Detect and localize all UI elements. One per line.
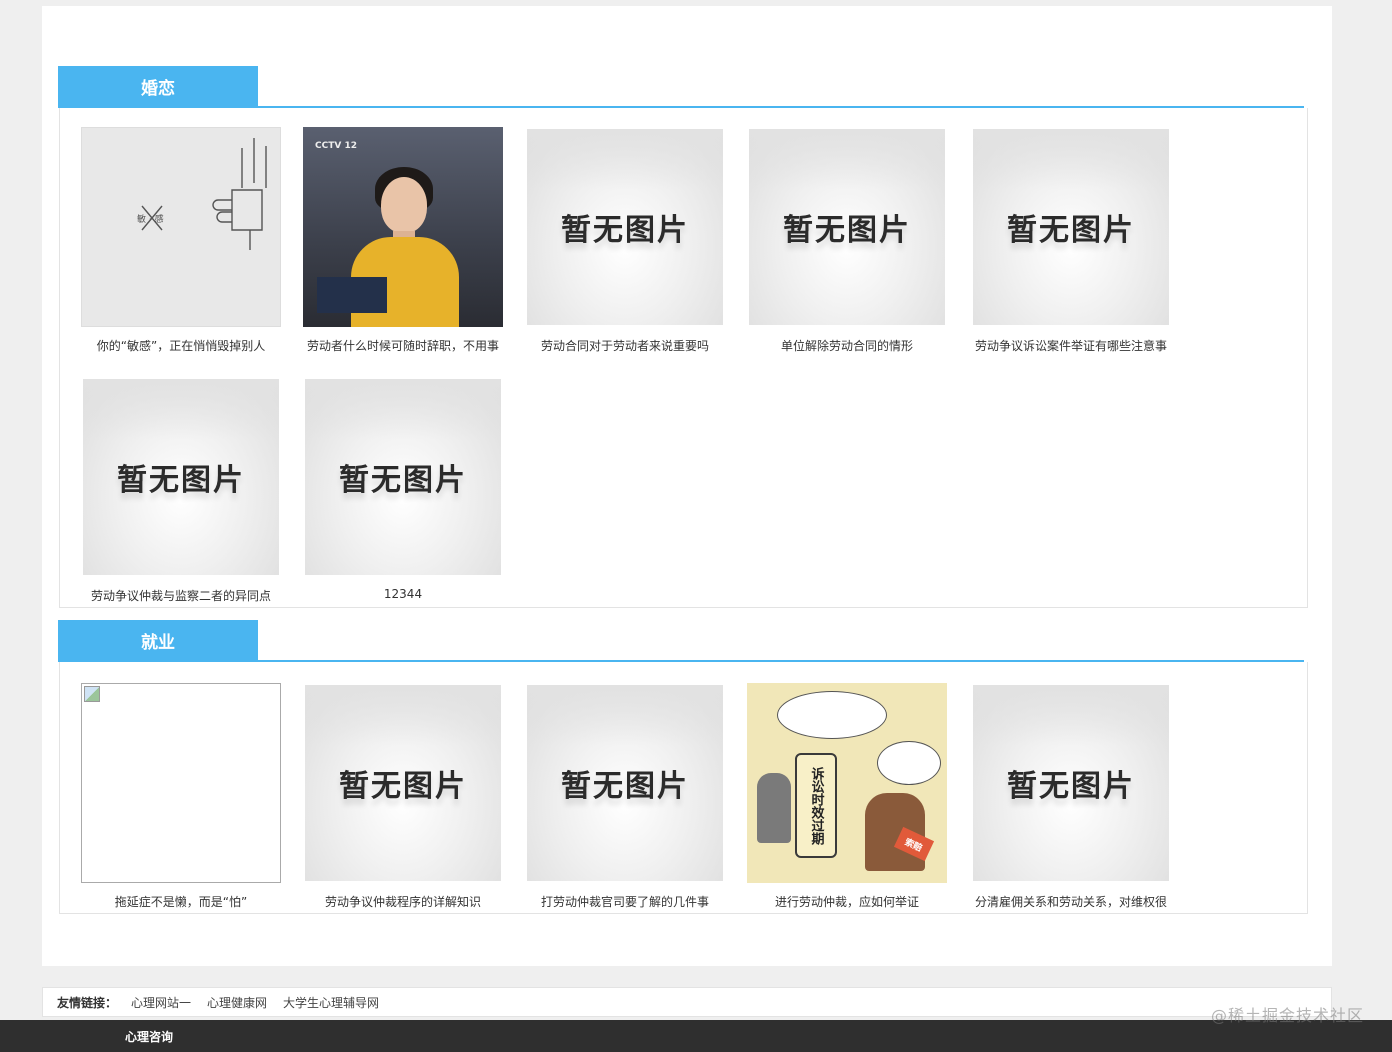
broken-image-icon [84,686,100,702]
placeholder-text: 暂无图片 [117,463,245,498]
list-item[interactable]: 暂无图片 打劳动仲裁官司要了解的几件事 [520,683,730,910]
section-header-employment: 就业 [58,620,1304,662]
article-thumbnail[interactable]: 暂无图片 [303,683,503,883]
placeholder-text: 暂无图片 [1007,769,1135,804]
article-title[interactable]: 进行劳动仲裁，应如何举证 [742,893,952,910]
article-title[interactable]: 劳动争议诉讼案件举证有哪些注意事 [966,337,1176,354]
article-title[interactable]: 单位解除劳动合同的情形 [742,337,952,354]
section-tab-employment[interactable]: 就业 [58,620,258,660]
comic-figure [757,773,791,843]
list-item[interactable]: 暂无图片 单位解除劳动合同的情形 [742,127,952,354]
article-thumbnail[interactable]: 暂无图片 [303,377,503,577]
no-image-placeholder: 暂无图片 [973,129,1169,325]
speech-bubble [777,691,887,739]
no-image-placeholder: 暂无图片 [749,129,945,325]
article-thumbnail[interactable]: 敏 · 感 [81,127,281,327]
article-thumbnail[interactable]: 暂无图片 [747,127,947,327]
no-image-placeholder: 暂无图片 [305,379,501,575]
section-panel-marriage: 敏 · 感 你的“敏感”，正在悄悄毁掉别人 CCTV 12 劳动者什么时候可随时… [59,108,1308,608]
article-title[interactable]: 分清雇佣关系和劳动关系，对维权很 [966,893,1176,910]
list-item[interactable]: 诉讼时效过期 索赔 进行劳动仲裁，应如何举证 [742,683,952,910]
list-item[interactable]: 暂无图片 劳动合同对于劳动者来说重要吗 [520,127,730,354]
tv-logo: CCTV 12 [315,141,357,151]
placeholder-text: 暂无图片 [1007,213,1135,248]
article-thumbnail[interactable]: 暂无图片 [971,127,1171,327]
section-panel-employment: 拖延症不是懒，而是“怕” 暂无图片 劳动争议仲裁程序的详解知识 暂无图片 打劳动… [59,662,1308,914]
article-title[interactable]: 12344 [298,587,508,601]
placeholder-text: 暂无图片 [561,213,689,248]
hand-drawing-icon [141,138,267,250]
list-item[interactable]: 暂无图片 12344 [298,377,508,601]
friend-link[interactable]: 心理网站一 [131,994,191,1011]
section-header-marriage: 婚恋 [58,66,1304,108]
speech-bubble [877,741,941,785]
bottom-nav-bar: 心理咨询 [0,1020,1392,1052]
no-image-placeholder: 暂无图片 [973,685,1169,881]
article-thumbnail[interactable]: CCTV 12 [303,127,503,327]
article-thumbnail[interactable]: 暂无图片 [525,683,725,883]
section-tab-marriage[interactable]: 婚恋 [58,66,258,106]
friend-links-bar: 友情链接： 心理网站一 心理健康网 大学生心理辅导网 [42,987,1332,1017]
list-item[interactable]: 敏 · 感 你的“敏感”，正在悄悄毁掉别人 [76,127,286,354]
friend-link[interactable]: 大学生心理辅导网 [283,994,379,1011]
article-title[interactable]: 劳动者什么时候可随时辞职，不用事 [298,337,508,354]
comic-scroll: 诉讼时效过期 [795,753,837,858]
bottom-nav-link[interactable]: 心理咨询 [125,1028,173,1045]
news-banner [317,277,387,313]
watermark: @稀土掘金技术社区 [1210,1006,1364,1025]
article-title[interactable]: 劳动争议仲裁与监察二者的异同点 [76,587,286,604]
list-item[interactable]: 拖延症不是懒，而是“怕” [76,683,286,910]
article-thumbnail[interactable]: 诉讼时效过期 索赔 [747,683,947,883]
article-title[interactable]: 打劳动仲裁官司要了解的几件事 [520,893,730,910]
article-title[interactable]: 劳动合同对于劳动者来说重要吗 [520,337,730,354]
list-item[interactable]: 暂无图片 劳动争议仲裁程序的详解知识 [298,683,508,910]
placeholder-text: 暂无图片 [561,769,689,804]
no-image-placeholder: 暂无图片 [83,379,279,575]
article-thumbnail[interactable]: 暂无图片 [525,127,725,327]
no-image-placeholder: 暂无图片 [305,685,501,881]
placeholder-text: 暂无图片 [339,463,467,498]
no-image-placeholder: 暂无图片 [527,129,723,325]
placeholder-text: 暂无图片 [783,213,911,248]
article-title[interactable]: 你的“敏感”，正在悄悄毁掉别人 [76,337,286,354]
article-thumbnail[interactable]: 暂无图片 [971,683,1171,883]
list-item[interactable]: 暂无图片 劳动争议诉讼案件举证有哪些注意事 [966,127,1176,354]
anchor-face [381,177,427,233]
article-thumbnail[interactable]: 暂无图片 [81,377,281,577]
article-title[interactable]: 拖延症不是懒，而是“怕” [76,893,286,910]
friend-links-label: 友情链接： [57,995,118,1010]
article-thumbnail[interactable] [81,683,281,883]
article-title[interactable]: 劳动争议仲裁程序的详解知识 [298,893,508,910]
list-item[interactable]: 暂无图片 分清雇佣关系和劳动关系，对维权很 [966,683,1176,910]
no-image-placeholder: 暂无图片 [527,685,723,881]
content-card: 婚恋 敏 · 感 你的“敏感”，正在悄悄毁掉别人 CCTV 12 劳动者什么时候… [42,6,1332,966]
friend-link[interactable]: 心理健康网 [207,994,267,1011]
list-item[interactable]: 暂无图片 劳动争议仲裁与监察二者的异同点 [76,377,286,604]
placeholder-text: 暂无图片 [339,769,467,804]
list-item[interactable]: CCTV 12 劳动者什么时候可随时辞职，不用事 [298,127,508,354]
